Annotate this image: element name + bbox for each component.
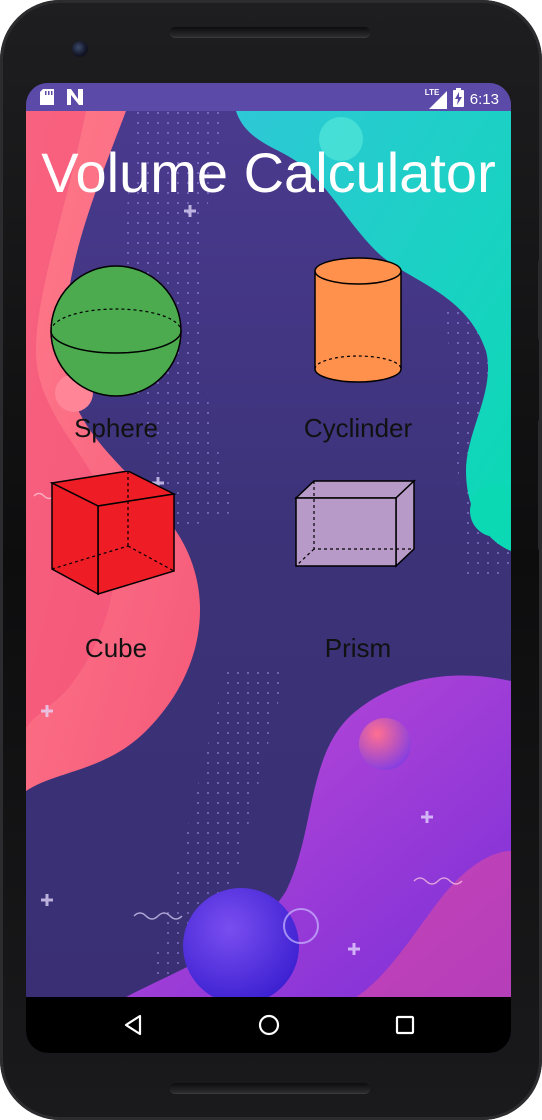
status-time: 6:13 xyxy=(469,91,499,108)
cube-label: Cube xyxy=(84,633,148,663)
home-icon[interactable] xyxy=(255,1011,283,1039)
back-icon[interactable] xyxy=(119,1011,147,1039)
prism-label: Prism xyxy=(324,633,392,663)
phone-frame: LTE 6:13 Volume Calculator Sphere Cyclin… xyxy=(0,0,542,1120)
app-content: Volume Calculator Sphere Cyclinder Cube … xyxy=(26,111,511,997)
status-bar: LTE 6:13 xyxy=(26,83,511,111)
sphere-button[interactable]: Sphere xyxy=(36,251,196,451)
earpiece-speaker xyxy=(170,27,370,37)
front-camera xyxy=(72,41,88,57)
bottom-speaker xyxy=(170,1083,370,1093)
prism-button[interactable]: Prism xyxy=(278,471,438,671)
cylinder-icon xyxy=(314,257,402,383)
cube-button[interactable]: Cube xyxy=(36,471,196,671)
cube-icon xyxy=(49,471,177,596)
cylinder-button[interactable]: Cyclinder xyxy=(278,251,438,451)
screen: LTE 6:13 Volume Calculator Sphere Cyclin… xyxy=(26,83,511,1053)
volume-button xyxy=(538,420,542,550)
sphere-label: Sphere xyxy=(74,413,158,443)
navigation-bar xyxy=(26,997,511,1053)
n-notification-icon xyxy=(66,89,84,110)
sd-card-icon xyxy=(40,89,54,110)
recents-icon[interactable] xyxy=(391,1011,419,1039)
battery-charging-icon xyxy=(452,88,464,111)
sphere-icon xyxy=(50,265,182,397)
lte-signal-icon: LTE xyxy=(425,88,447,109)
cylinder-label: Cyclinder xyxy=(303,413,413,443)
power-button xyxy=(538,260,542,340)
app-title: Volume Calculator xyxy=(41,141,496,204)
prism-icon xyxy=(294,479,416,568)
